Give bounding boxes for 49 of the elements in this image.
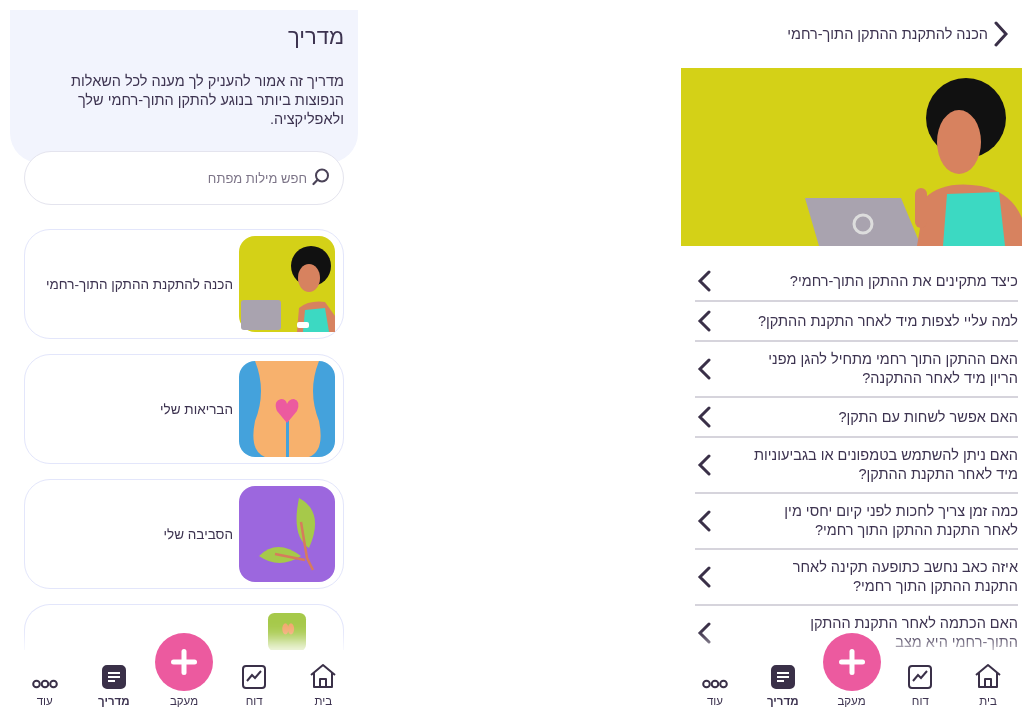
- document-icon: [101, 665, 126, 689]
- topic-card[interactable]: הסביבה שלי: [24, 479, 344, 589]
- faq-item[interactable]: האם ניתן להשתמש בטמפונים או בגביעוניות מיד לאחר התקנת ההתקן?: [695, 438, 1018, 494]
- nav-label[interactable]: מעקב: [837, 695, 866, 707]
- guide-description: מדריך זה אמור להעניק לך מענה לכל השאלות הנפוצות ביותר בנוגע להתקן התוך-רחמי שלך ולאפליקציה.: [70, 72, 344, 129]
- faq-item[interactable]: האם ההתקן התוך רחמי מתחיל להגן מפני הריון מיד לאחר ההתקנה?: [695, 342, 1018, 398]
- topic-card[interactable]: הכנה להתקנת ההתקן התוך-רחמי: [24, 229, 344, 339]
- home-icon: [309, 663, 338, 689]
- nav-tab[interactable]: בית: [295, 663, 352, 707]
- plus-icon: [838, 649, 865, 675]
- chevron-left-icon: [697, 358, 711, 380]
- plus-icon: [171, 649, 198, 675]
- chevron-left-icon: [697, 406, 711, 428]
- add-button[interactable]: [822, 633, 881, 691]
- chevron-left-icon: [697, 510, 711, 532]
- more-icon: [31, 679, 58, 689]
- add-button[interactable]: [155, 633, 214, 691]
- nav-tab[interactable]: מדריך: [754, 665, 811, 707]
- topic-title: הסביבה שלי: [163, 526, 233, 542]
- chevron-left-icon: [697, 622, 711, 644]
- chevron-left-icon: [697, 454, 711, 476]
- faq-item[interactable]: האם אפשר לשחות עם התקן?: [695, 398, 1018, 438]
- topic-title: הבריאות שלי: [160, 401, 233, 417]
- home-icon: [974, 663, 1003, 689]
- chart-icon: [242, 665, 267, 689]
- nav-tab[interactable]: דוח: [892, 665, 949, 707]
- chevron-left-icon: [697, 566, 711, 588]
- back-button[interactable]: הכנה להתקנת ההתקן התוך-רחמי: [787, 21, 1008, 47]
- chevron-left-icon: [697, 310, 711, 332]
- document-icon: [770, 665, 795, 689]
- chevron-left-icon: [697, 270, 711, 292]
- more-icon: [701, 679, 728, 689]
- chevron-right-icon: [994, 21, 1008, 47]
- nav-tab[interactable]: דוח: [226, 665, 283, 707]
- nav-label[interactable]: מעקב: [169, 695, 199, 707]
- faq-item[interactable]: למה עליי לצפות מיד לאחר התקנת ההתקן?: [695, 302, 1018, 342]
- search-field[interactable]: חפש מילות מפתח: [24, 151, 344, 205]
- chart-icon: [908, 665, 933, 689]
- faq-item[interactable]: כיצד מתקינים את ההתקן התוך-רחמי?: [695, 262, 1018, 302]
- topic-card[interactable]: הבריאות שלי: [24, 354, 344, 464]
- nav-tab[interactable]: מדריך: [85, 665, 142, 707]
- faq-item[interactable]: כמה זמן צריך לחכות לפני קיום יחסי מין לאחר התקנת ההתקן התוך רחמי?: [695, 494, 1018, 550]
- topic-title: הכנה להתקנת ההתקן התוך-רחמי: [46, 276, 233, 292]
- nav-tab[interactable]: עוד: [686, 679, 743, 707]
- nav-tab[interactable]: עוד: [16, 679, 73, 707]
- faq-item[interactable]: האם הכתמה לאחר התקנת ההתקן התוך-רחמי היא מצב: [695, 606, 1018, 652]
- faq-item[interactable]: איזה כאב נחשב כתופעה תקינה לאחר התקנת ההתקן התוך רחמי?: [695, 550, 1018, 606]
- page-title: מדריך: [286, 24, 344, 50]
- nav-tab[interactable]: בית: [960, 663, 1017, 707]
